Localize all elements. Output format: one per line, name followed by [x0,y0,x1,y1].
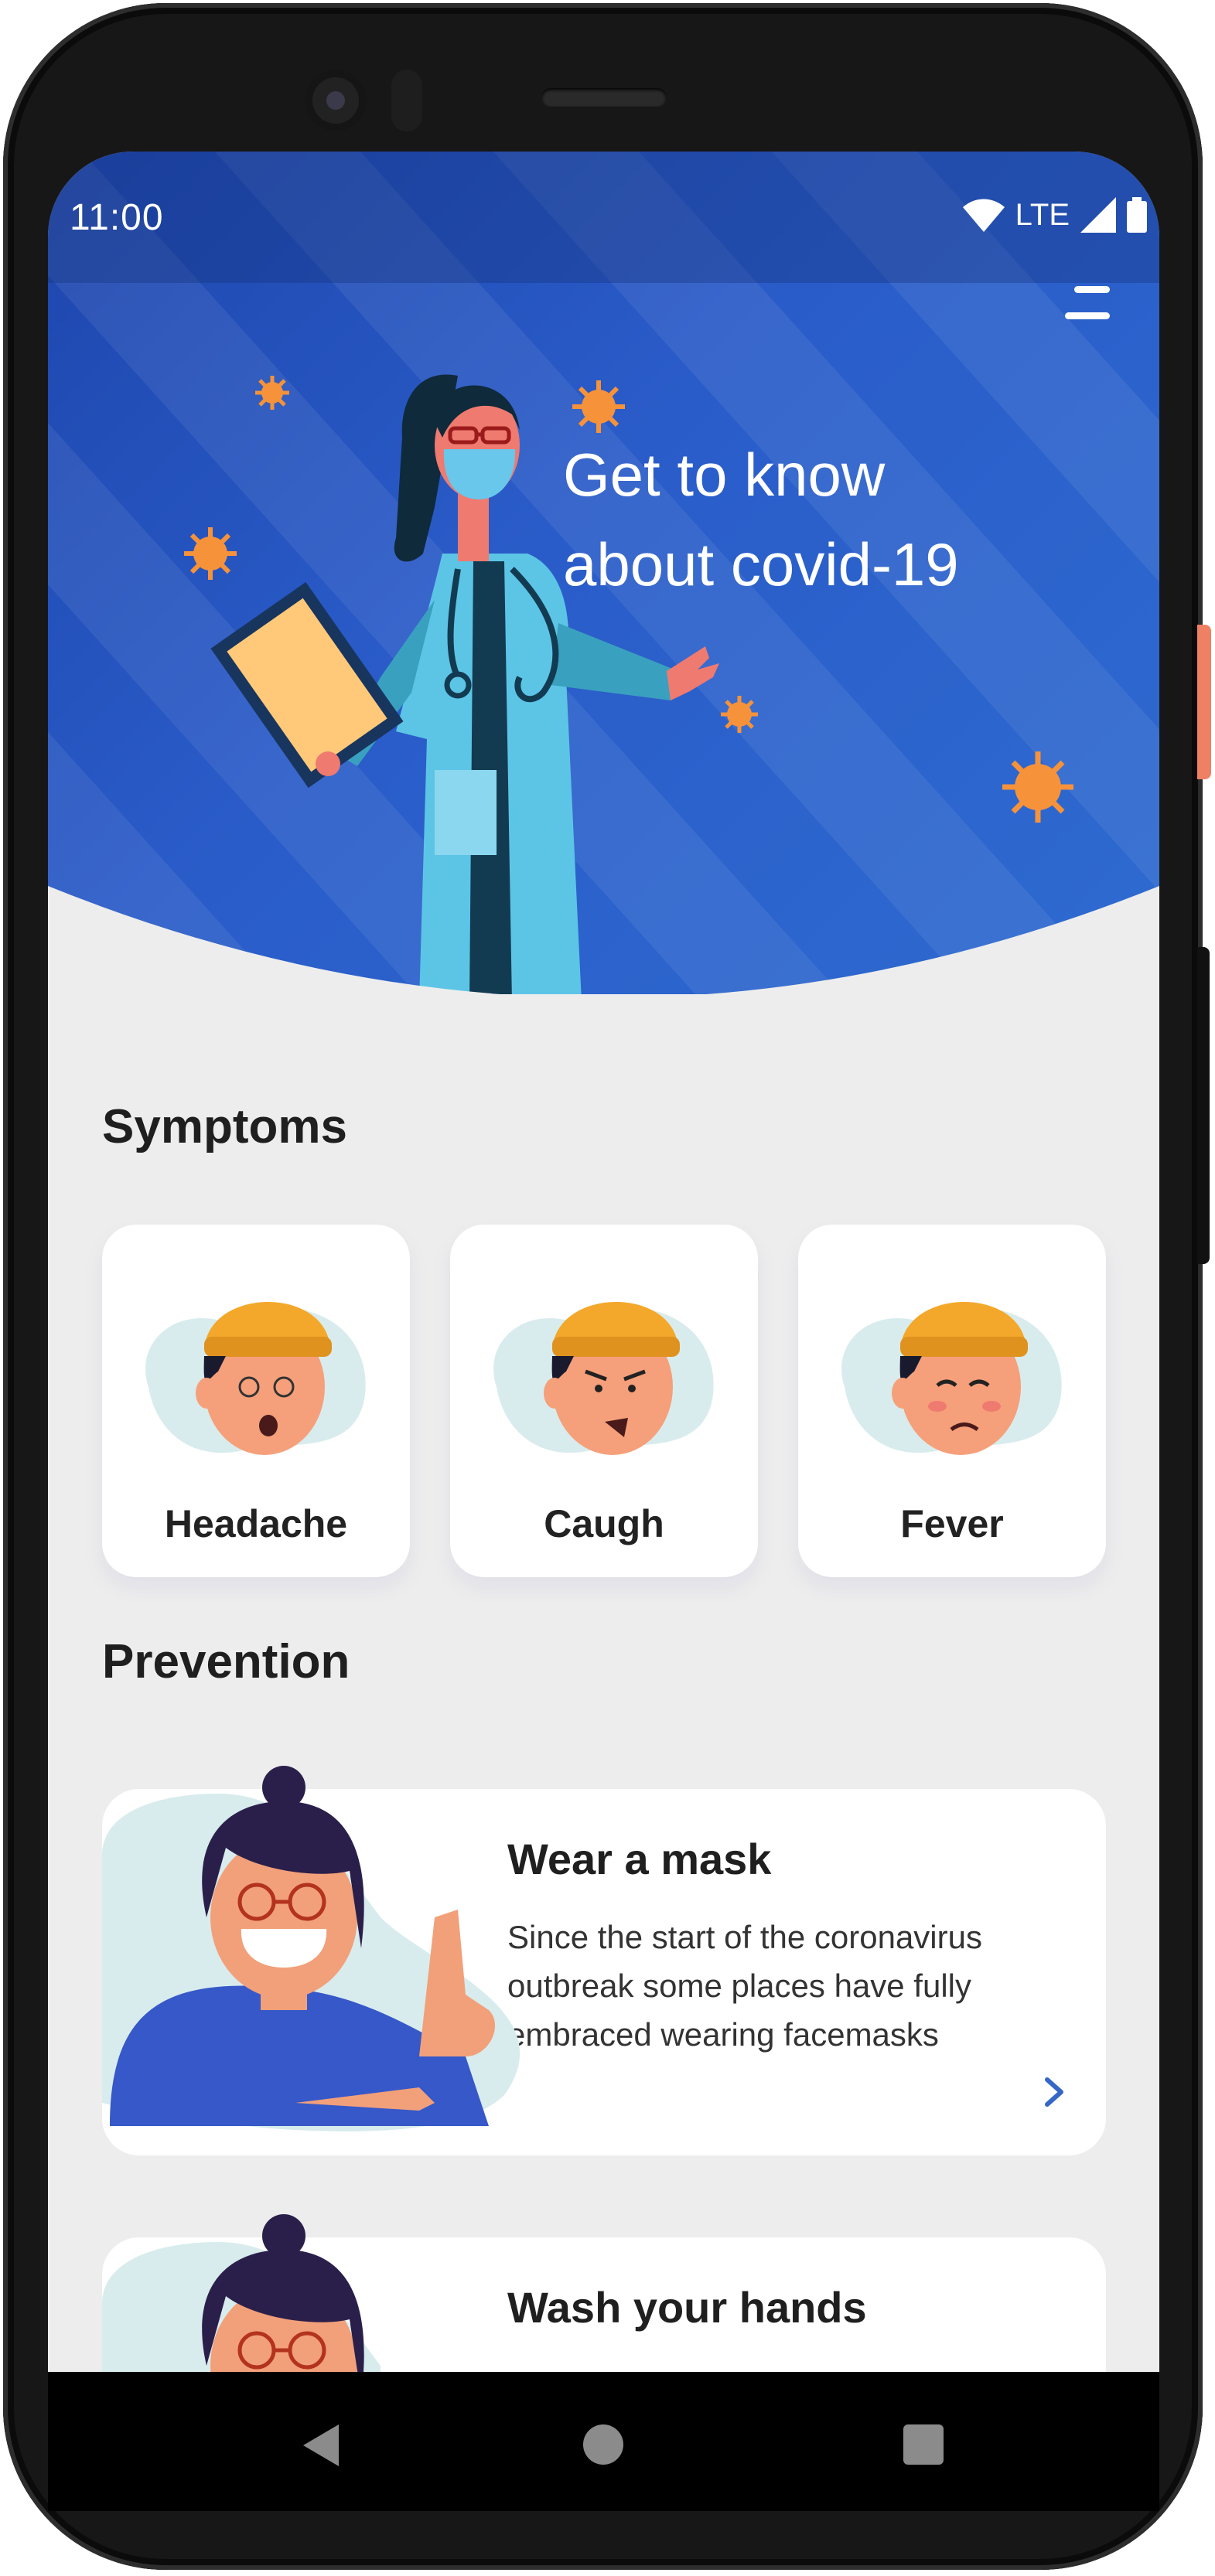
proximity-sensor [391,70,422,131]
status-icons: LTE [962,192,1147,238]
symptom-card-fever[interactable]: Fever [798,1225,1106,1577]
earpiece-speaker [541,88,667,107]
dizzy-face-icon [145,1302,366,1455]
status-bar: 11:00 LTE [48,152,1159,283]
feverish-face-icon [841,1302,1062,1455]
signal-icon [1080,197,1116,233]
network-type-label: LTE [1015,197,1070,232]
volume-button[interactable] [1197,947,1210,1264]
system-nav-bar [48,2372,1159,2511]
symptom-label: Caugh [544,1502,664,1545]
recent-apps-icon[interactable] [903,2424,944,2465]
symptom-card-headache[interactable]: Headache [102,1225,410,1577]
home-icon[interactable] [583,2424,623,2465]
app-screen: Get to know about covid-19 11:00 LTE Sym… [48,152,1159,2372]
hero-title-line-2: about covid-19 [563,530,959,598]
front-camera [305,70,367,131]
symptoms-section-title: Symptoms [102,1100,347,1153]
symptom-label: Fever [900,1502,1004,1545]
woman-mask-illustration [102,1766,520,2131]
symptom-card-cough[interactable]: Caugh [450,1225,758,1577]
status-time: 11:00 [70,197,164,238]
coughing-face-icon [493,1302,714,1455]
hero-title: Get to know about covid-19 [563,430,1058,609]
symptom-label: Headache [164,1502,348,1545]
menu-icon[interactable] [1065,286,1110,322]
woman-hands-illustration [102,2214,381,2372]
back-icon[interactable] [303,2424,339,2466]
prevention-card-title: Wash your hands [507,2283,867,2332]
power-button[interactable] [1197,625,1211,779]
battery-icon [1127,197,1147,233]
hero-title-line-1: Get to know [563,441,886,509]
wifi-icon [962,199,1005,232]
chevron-right-icon[interactable] [1038,2077,1069,2107]
prevention-section-title: Prevention [102,1635,350,1688]
